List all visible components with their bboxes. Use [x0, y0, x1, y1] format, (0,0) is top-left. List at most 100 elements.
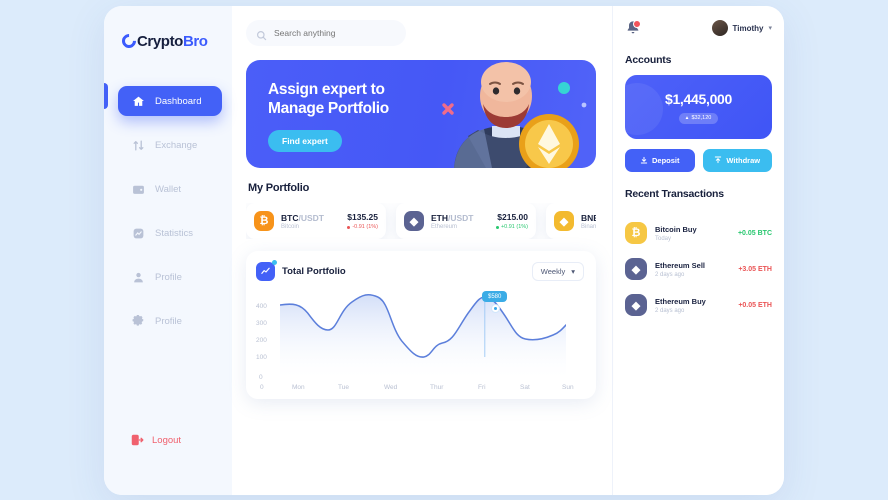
- coin-symbol: BTC: [281, 212, 299, 223]
- coin-card-list: ₿ BTC/USDT Bitcoin $135.25 -0.91 (1%) ◆ …: [246, 203, 596, 239]
- logout-button[interactable]: Logout: [104, 433, 232, 447]
- y-tick-label: 100: [256, 354, 267, 361]
- transaction-amount: +0.05 ETH: [738, 301, 772, 309]
- ethereum-icon: ◆: [625, 294, 647, 316]
- x-tick-label: Sun: [562, 384, 574, 391]
- chart-title-group: Total Portfolio: [256, 260, 346, 281]
- transaction-name: Ethereum Buy: [655, 296, 706, 306]
- home-icon: [130, 93, 146, 109]
- accounts-heading: Accounts: [625, 54, 672, 66]
- promo-banner: Assign expert to Manage Portfolio Find e…: [246, 60, 596, 168]
- portfolio-heading: My Portfolio: [248, 182, 310, 194]
- bell-icon[interactable]: [625, 20, 641, 36]
- y-tick-label: 400: [256, 303, 267, 310]
- transaction-name: Bitcoin Buy: [655, 224, 697, 234]
- transaction-amount: +0.05 BTC: [737, 229, 772, 237]
- chevron-down-icon: ▾: [768, 25, 772, 32]
- coin-change: -0.91 (1%): [347, 224, 378, 230]
- x-tick-label: Tue: [338, 384, 349, 391]
- sidebar-item-wallet[interactable]: Wallet: [118, 174, 222, 204]
- coin-quote: /USDT: [448, 212, 474, 223]
- sidebar-item-label: Profile: [155, 315, 182, 327]
- deposit-button[interactable]: Deposit: [625, 149, 695, 172]
- main-content: Assign expert to Manage Portfolio Find e…: [232, 6, 612, 495]
- chart-range-dropdown[interactable]: Weekly ▾: [531, 262, 584, 281]
- x-tick-label: Mon: [292, 384, 305, 391]
- wallet-icon: [130, 181, 146, 197]
- chart-highlight-point: [492, 305, 499, 312]
- coin-change: +0.91 (1%): [495, 224, 528, 230]
- balance-card: $1,445,000 ▴ $32,120: [625, 75, 772, 139]
- coin-name: Binance: [581, 223, 596, 230]
- transaction-row[interactable]: ◆ Ethereum Buy 2 days ago +0.05 ETH: [625, 287, 772, 323]
- search-bar[interactable]: [246, 20, 406, 46]
- coin-price: $215.00: [497, 212, 528, 222]
- portfolio-area-series: [280, 293, 566, 379]
- sidebar-item-settings[interactable]: Profile: [118, 306, 222, 336]
- coin-symbol: ETH: [431, 212, 448, 223]
- eth-icon: ◆: [404, 211, 424, 231]
- transaction-row[interactable]: ₿ Bitcoin Buy Today +0.05 BTC: [625, 215, 772, 251]
- deposit-icon: [640, 156, 648, 166]
- transaction-time: 2 days ago: [655, 271, 685, 278]
- chevron-down-icon: ▾: [571, 267, 575, 276]
- transaction-time: Today: [655, 235, 672, 242]
- active-tab-indicator: [104, 83, 108, 109]
- coin-card[interactable]: ◆ ETH/USDT Ethereum $215.00 +0.91 (1%): [396, 203, 536, 239]
- user-name: Timothy: [732, 23, 764, 33]
- sidebar-item-label: Statistics: [155, 227, 194, 239]
- x-tick-label: Fri: [478, 384, 486, 391]
- bnb-icon: ◆: [554, 211, 574, 231]
- user-menu[interactable]: Timothy ▾: [711, 20, 772, 36]
- sidebar-item-dashboard[interactable]: Dashboard: [118, 86, 222, 116]
- banner-title-line2: Manage Portfolio: [268, 100, 389, 117]
- withdraw-button[interactable]: Withdraw: [702, 149, 772, 172]
- find-expert-button[interactable]: Find expert: [268, 130, 342, 152]
- logo-mark-icon: [119, 31, 139, 51]
- sidebar-item-label: Exchange: [155, 139, 198, 151]
- brand-logo[interactable]: Crypto Bro: [104, 24, 232, 58]
- deposit-label: Deposit: [651, 156, 680, 165]
- brand-name-secondary: Bro: [182, 32, 208, 50]
- balance-amount: $1,445,000: [664, 90, 733, 107]
- sidebar-item-label: Profile: [155, 271, 182, 283]
- coin-price: $135.25: [347, 212, 378, 222]
- sidebar-item-profile[interactable]: Profile: [118, 262, 222, 292]
- x-tick-label: Sat: [520, 384, 530, 391]
- search-icon: [256, 28, 267, 40]
- total-portfolio-chart-card: Total Portfolio Weekly ▾ 400 300 200 100…: [246, 251, 596, 399]
- avatar: [711, 20, 728, 36]
- app-window: Crypto Bro Dashboard Exchange Wallet Sta…: [104, 6, 784, 495]
- ethereum-icon: ◆: [625, 258, 647, 280]
- right-panel: Timothy ▾ Accounts $1,445,000 ▴ $32,120 …: [612, 6, 784, 495]
- transaction-row[interactable]: ◆ Ethereum Sell 2 days ago +3.05 ETH: [625, 251, 772, 287]
- withdraw-icon: [714, 156, 722, 166]
- transactions-heading: Recent Transactions: [625, 188, 724, 200]
- x-tick-label: Wed: [384, 384, 398, 391]
- x-tick-label: 0: [260, 384, 264, 391]
- chart-header: Total Portfolio Weekly ▾: [256, 260, 584, 281]
- balance-delta: $32,120: [691, 115, 712, 121]
- banner-illustration: [442, 62, 587, 168]
- gear-icon: [130, 313, 146, 329]
- coin-card[interactable]: ◆ BNB/USDT Binance $135.25 +0.91 (1%): [546, 203, 596, 239]
- search-input[interactable]: [274, 28, 396, 38]
- brand-name-primary: Crypto: [137, 32, 183, 50]
- exchange-icon: [130, 137, 146, 153]
- transaction-list: ₿ Bitcoin Buy Today +0.05 BTC ◆ Ethereum…: [625, 215, 772, 323]
- trend-up-icon: ▴: [685, 115, 689, 121]
- transaction-name: Ethereum Sell: [655, 260, 706, 270]
- sidebar: Crypto Bro Dashboard Exchange Wallet Sta…: [104, 6, 232, 495]
- banner-title-line1: Assign expert to: [268, 81, 385, 98]
- coin-symbol: BNB: [581, 212, 596, 223]
- transaction-time: 2 days ago: [655, 307, 685, 314]
- sidebar-item-exchange[interactable]: Exchange: [118, 130, 222, 160]
- sidebar-item-statistics[interactable]: Statistics: [118, 218, 222, 248]
- coin-card[interactable]: ₿ BTC/USDT Bitcoin $135.25 -0.91 (1%): [246, 203, 386, 239]
- y-tick-label: 200: [256, 337, 267, 344]
- y-tick-label: 0: [259, 374, 263, 381]
- withdraw-label: Withdraw: [726, 156, 761, 165]
- sidebar-nav: Dashboard Exchange Wallet Statistics Pro…: [104, 86, 232, 350]
- btc-icon: ₿: [254, 211, 274, 231]
- balance-delta-badge: ▴ $32,120: [678, 112, 719, 124]
